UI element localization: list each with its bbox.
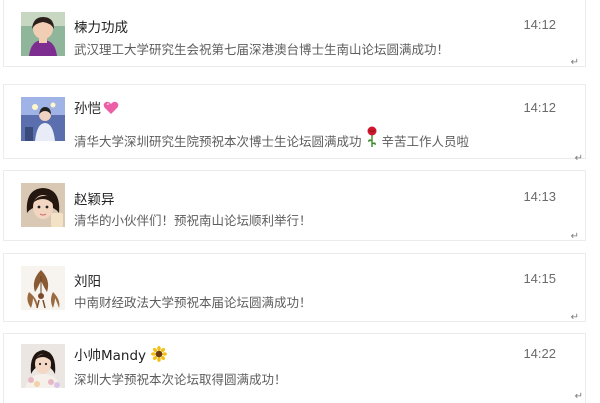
- timestamp: 14:13: [523, 189, 556, 204]
- list-item[interactable]: 楝力功成 武汉理工大学研究生会祝第七届深港澳台博士生南山论坛圆满成功！ 14:1…: [3, 0, 586, 68]
- leaf-figures-avatar-icon: [21, 266, 65, 310]
- avatar[interactable]: [21, 344, 65, 388]
- sender-name: 孙恺: [74, 97, 119, 119]
- return-glyph: ↵: [570, 57, 579, 68]
- sender-name: 小帅Mandy: [74, 344, 168, 366]
- sender-name-text: 孙恺: [74, 101, 101, 117]
- timestamp: 14:22: [523, 346, 556, 361]
- message-text: 清华的小伙伴们！预祝南山论坛顺利举行！: [74, 213, 312, 228]
- return-glyph: ↵: [574, 153, 583, 164]
- message-text: 武汉理工大学研究生会祝第七届深港澳台博士生南山论坛圆满成功！: [74, 42, 450, 57]
- list-item[interactable]: 赵颖异 清华的小伙伴们！预祝南山论坛顺利举行！ 14:13 ↵: [3, 170, 586, 242]
- timestamp: 14:12: [523, 17, 556, 32]
- message-text-after: 辛苦工作人员啦: [381, 134, 470, 149]
- girl-flowers-avatar-icon: [21, 344, 65, 388]
- message-text: 深圳大学预祝本次论坛取得圆满成功！: [74, 372, 287, 387]
- list-item[interactable]: 孙恺 清华大学深圳研究生院预祝本次博士生论坛圆满成功 辛苦工作人员啦 14:12 …: [3, 84, 586, 164]
- avatar[interactable]: [21, 183, 65, 227]
- sender-name: 刘阳: [74, 274, 101, 290]
- pink-heart-icon: [103, 101, 119, 119]
- list-item[interactable]: 小帅Mandy 深圳大学预祝本次论坛取得圆满成功！ 14:22 ↵: [3, 333, 586, 403]
- message-text: 中南财经政法大学预祝本届论坛圆满成功！: [74, 295, 312, 310]
- list-item[interactable]: 刘阳 中南财经政法大学预祝本届论坛圆满成功！ 14:15 ↵: [3, 253, 586, 323]
- sender-name-text: 小帅Mandy: [74, 348, 147, 364]
- avatar[interactable]: [21, 12, 65, 56]
- timestamp: 14:12: [523, 100, 556, 115]
- message-text: 清华大学深圳研究生院预祝本次博士生论坛圆满成功 辛苦工作人员啦: [74, 126, 469, 151]
- message-feed: 楝力功成 武汉理工大学研究生会祝第七届深港澳台博士生南山论坛圆满成功！ 14:1…: [0, 0, 600, 403]
- avatar[interactable]: [21, 97, 65, 141]
- return-glyph: ↵: [570, 312, 579, 323]
- timestamp: 14:15: [523, 271, 556, 286]
- avatar[interactable]: [21, 266, 65, 310]
- return-glyph: ↵: [574, 391, 583, 402]
- sender-name: 楝力功成: [74, 20, 128, 36]
- girl-purple-avatar-icon: [21, 12, 65, 56]
- rose-icon: [366, 126, 378, 151]
- message-text-main: 清华大学深圳研究生院预祝本次博士生论坛圆满成功: [74, 134, 362, 149]
- girl-selfie-avatar-icon: [21, 183, 65, 227]
- sunflower-icon: [151, 346, 168, 366]
- sender-name: 赵颖异: [74, 192, 115, 208]
- return-glyph: ↵: [570, 231, 579, 242]
- stage-performer-avatar-icon: [21, 97, 65, 141]
